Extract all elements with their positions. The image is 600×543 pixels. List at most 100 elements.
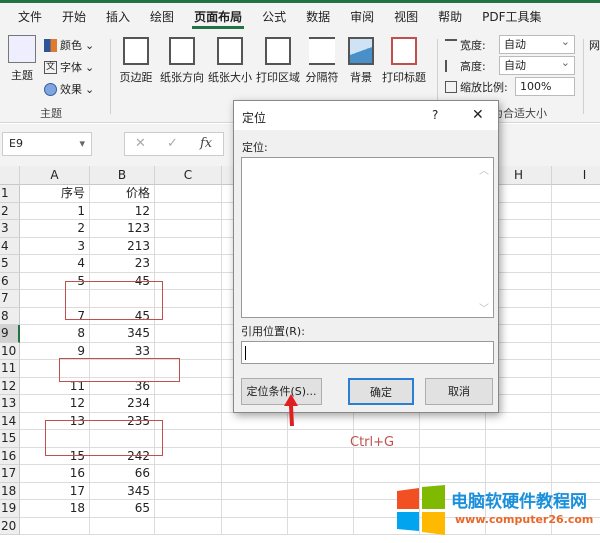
- cell[interactable]: [552, 343, 600, 360]
- cell[interactable]: [552, 238, 600, 255]
- row-header[interactable]: 13: [0, 395, 20, 413]
- tab-pdf-tools[interactable]: PDF工具集: [472, 3, 551, 31]
- themes-button[interactable]: 主题: [6, 35, 38, 83]
- ok-button[interactable]: 确定: [348, 378, 414, 405]
- cell[interactable]: [155, 325, 222, 343]
- margins-button[interactable]: 页边距: [116, 37, 156, 85]
- cell[interactable]: [20, 517, 90, 535]
- cell[interactable]: 2: [20, 220, 90, 238]
- cell[interactable]: [222, 465, 288, 483]
- reference-input[interactable]: [241, 341, 494, 364]
- column-header[interactable]: I: [552, 166, 600, 185]
- colors-button[interactable]: 颜色 ⌄: [44, 37, 94, 53]
- cell[interactable]: [90, 517, 155, 535]
- cell[interactable]: 17: [20, 482, 90, 500]
- close-button[interactable]: ✕: [472, 107, 484, 123]
- cell[interactable]: 65: [90, 500, 155, 518]
- cell[interactable]: [288, 465, 354, 483]
- cell[interactable]: [420, 447, 486, 465]
- cell[interactable]: [354, 412, 420, 430]
- row-header[interactable]: 11: [0, 360, 20, 378]
- cell[interactable]: [288, 482, 354, 500]
- cell[interactable]: [486, 412, 552, 430]
- cell[interactable]: [552, 413, 600, 430]
- row-header[interactable]: 16: [0, 447, 20, 465]
- cell[interactable]: [155, 482, 222, 500]
- tab-insert[interactable]: 插入: [96, 3, 140, 31]
- cell[interactable]: 12: [90, 202, 155, 220]
- row-header[interactable]: 2: [0, 202, 20, 220]
- cell[interactable]: [552, 448, 600, 465]
- cell[interactable]: [552, 185, 600, 203]
- cell[interactable]: [552, 308, 600, 325]
- row-header[interactable]: 7: [0, 290, 20, 308]
- tab-review[interactable]: 审阅: [340, 3, 384, 31]
- scroll-down-icon[interactable]: ﹀: [479, 300, 489, 315]
- cell[interactable]: [155, 237, 222, 255]
- cell[interactable]: 66: [90, 465, 155, 483]
- orientation-button[interactable]: 纸张方向: [158, 37, 206, 85]
- effects-button[interactable]: 效果 ⌄: [44, 81, 94, 97]
- goto-list[interactable]: ︿ ﹀: [241, 157, 494, 318]
- cell[interactable]: [155, 395, 222, 413]
- cell[interactable]: [288, 430, 354, 448]
- cell[interactable]: [486, 465, 552, 483]
- enter-icon[interactable]: ✓: [167, 136, 178, 151]
- select-all-corner[interactable]: [0, 166, 20, 185]
- cell[interactable]: [155, 465, 222, 483]
- cell[interactable]: [552, 430, 600, 448]
- cell[interactable]: [222, 482, 288, 500]
- row-header[interactable]: 12: [0, 377, 20, 395]
- cell[interactable]: [288, 517, 354, 535]
- cell[interactable]: [486, 447, 552, 465]
- size-button[interactable]: 纸张大小: [206, 37, 254, 85]
- row-header[interactable]: 9: [0, 325, 20, 343]
- cell[interactable]: [155, 185, 222, 203]
- row-header[interactable]: 10: [0, 342, 20, 360]
- tab-page-layout[interactable]: 页面布局: [184, 3, 252, 31]
- cell[interactable]: [552, 378, 600, 395]
- cell[interactable]: [420, 430, 486, 448]
- cell[interactable]: 3: [20, 237, 90, 255]
- height-select[interactable]: 自动: [499, 54, 575, 75]
- cell[interactable]: 213: [90, 237, 155, 255]
- cell[interactable]: [552, 465, 600, 483]
- column-header[interactable]: A: [20, 166, 90, 185]
- column-header[interactable]: C: [155, 166, 222, 185]
- cell[interactable]: [155, 412, 222, 430]
- cell[interactable]: [155, 447, 222, 465]
- cell[interactable]: 8: [20, 325, 90, 343]
- row-header[interactable]: 20: [0, 517, 20, 535]
- cell[interactable]: [155, 430, 222, 448]
- cell[interactable]: [552, 395, 600, 413]
- cell[interactable]: [155, 255, 222, 273]
- cell[interactable]: 234: [90, 395, 155, 413]
- cell[interactable]: [222, 430, 288, 448]
- cell[interactable]: [222, 517, 288, 535]
- print-area-button[interactable]: 打印区域: [254, 37, 302, 85]
- row-header[interactable]: 3: [0, 220, 20, 238]
- row-header[interactable]: 8: [0, 307, 20, 325]
- cell[interactable]: 345: [90, 482, 155, 500]
- insert-function-icon[interactable]: fx: [200, 136, 212, 151]
- cell[interactable]: [552, 360, 600, 378]
- cell[interactable]: 4: [20, 255, 90, 273]
- tab-formulas[interactable]: 公式: [252, 3, 296, 31]
- cell[interactable]: [222, 447, 288, 465]
- cell[interactable]: 16: [20, 465, 90, 483]
- name-box[interactable]: E9 ▾: [2, 132, 92, 156]
- width-select[interactable]: 自动: [499, 33, 575, 54]
- cell[interactable]: [155, 220, 222, 238]
- cell[interactable]: 12: [20, 395, 90, 413]
- row-header[interactable]: 6: [0, 272, 20, 290]
- tab-help[interactable]: 帮助: [428, 3, 472, 31]
- cell[interactable]: [155, 307, 222, 325]
- background-button[interactable]: 背景: [344, 37, 378, 85]
- tab-home[interactable]: 开始: [52, 3, 96, 31]
- cell[interactable]: [420, 465, 486, 483]
- row-header[interactable]: 4: [0, 237, 20, 255]
- help-button[interactable]: ?: [432, 108, 438, 122]
- row-header[interactable]: 19: [0, 500, 20, 518]
- cell[interactable]: 价格: [90, 185, 155, 203]
- column-header[interactable]: B: [90, 166, 155, 185]
